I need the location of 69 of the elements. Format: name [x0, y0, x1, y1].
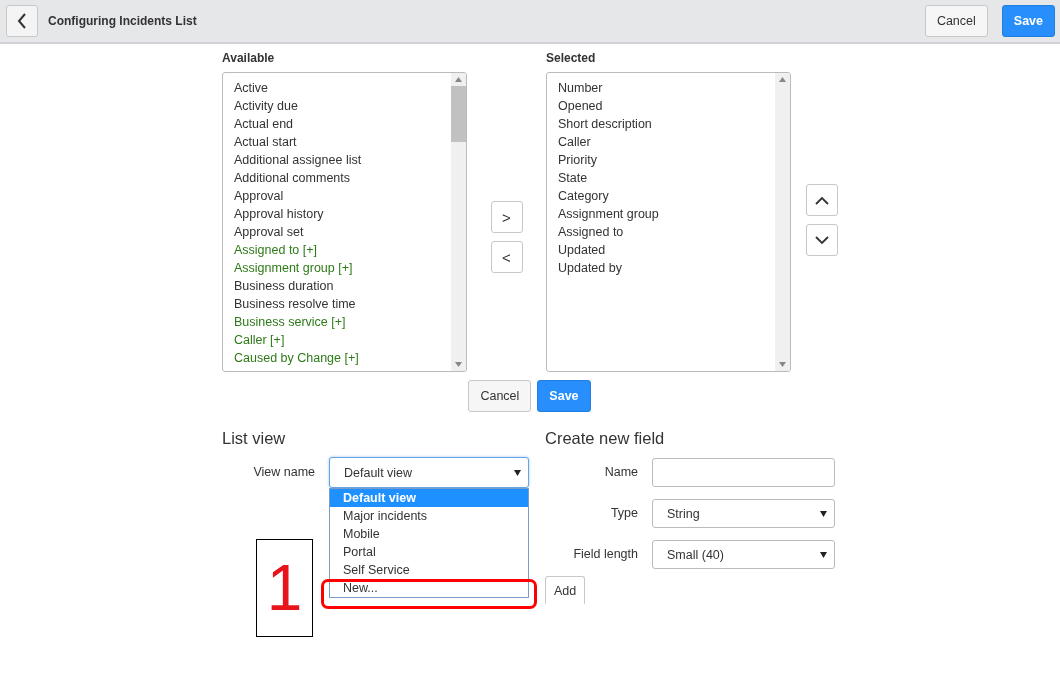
list-item[interactable]: Approval history	[234, 205, 440, 223]
list-item[interactable]: Business duration	[234, 277, 440, 295]
selected-label: Selected	[546, 51, 597, 65]
list-item[interactable]: Additional assignee list	[234, 151, 440, 169]
dropdown-option[interactable]: Self Service	[330, 561, 528, 579]
list-item[interactable]: Active	[234, 79, 440, 97]
select-field[interactable]: Small (40)	[652, 540, 835, 569]
name-input[interactable]	[652, 458, 835, 487]
scroll-down-arrow-icon[interactable]	[779, 362, 786, 367]
cancel-button[interactable]: Cancel	[468, 380, 532, 412]
dropdown-option[interactable]: Mobile	[330, 525, 528, 543]
step-number-box: 1	[256, 539, 313, 637]
dropdown-option[interactable]: New...	[330, 579, 528, 597]
list-item[interactable]: Actual start	[234, 133, 440, 151]
field-label: View name	[252, 464, 315, 481]
field-label: Type	[609, 505, 638, 522]
list-item[interactable]: Caused by Change [+]	[234, 349, 440, 367]
move-button[interactable]: <	[490, 241, 523, 273]
dropdown-caret-icon	[820, 551, 827, 558]
list-item[interactable]: Caller	[558, 133, 764, 151]
cancel-button[interactable]: Cancel	[924, 5, 988, 37]
list-item[interactable]: Short description	[558, 115, 764, 133]
selected-list[interactable]: Number Opened Short description Caller Priority State Category Assignment group Assigned to Updated Updated by	[546, 72, 791, 372]
list-item[interactable]: Business resolve time	[234, 295, 440, 313]
list-item[interactable]: Priority	[558, 151, 764, 169]
list-item[interactable]: Approval	[234, 187, 440, 205]
scroll-down-arrow-icon[interactable]	[455, 362, 462, 367]
field-label: Field length	[572, 546, 638, 563]
select-field[interactable]: String	[652, 499, 835, 528]
list-item[interactable]: Number	[558, 79, 764, 97]
list-item[interactable]: Opened	[558, 97, 764, 115]
scrollbar[interactable]	[451, 73, 466, 371]
scrollbar[interactable]	[775, 73, 790, 371]
list-item[interactable]: Category	[558, 187, 764, 205]
field-label: Name	[603, 464, 638, 481]
list-item[interactable]: State	[558, 169, 764, 187]
section-title: List view	[222, 429, 287, 449]
view-name-select[interactable]: Default view	[329, 457, 529, 488]
scroll-up-arrow-icon[interactable]	[455, 77, 462, 82]
list-item[interactable]: Business service [+]	[234, 313, 440, 331]
dropdown-caret-icon	[514, 469, 521, 476]
list-item[interactable]: Assignment group [+]	[234, 259, 440, 277]
chevron-left-icon	[17, 13, 27, 29]
move-button[interactable]: >	[490, 201, 523, 233]
section-title: Create new field	[545, 429, 666, 449]
chevron-down-icon	[815, 235, 829, 245]
dropdown-caret-icon	[820, 510, 827, 517]
move-down-button[interactable]	[806, 224, 838, 256]
available-list[interactable]	[222, 72, 467, 372]
available-label: Available	[222, 51, 276, 65]
scroll-up-arrow-icon[interactable]	[779, 77, 786, 82]
add-button[interactable]: Add	[545, 576, 586, 604]
list-item[interactable]: Activity due	[234, 97, 440, 115]
list-item[interactable]: Updated by	[558, 259, 764, 277]
list-item[interactable]: Assigned to [+]	[234, 241, 440, 259]
list-item[interactable]: Assignment group	[558, 205, 764, 223]
back-button[interactable]	[6, 5, 38, 37]
dropdown-option[interactable]: Portal	[330, 543, 528, 561]
move-up-button[interactable]	[806, 184, 838, 216]
page-title: Configuring Incidents List	[48, 14, 197, 28]
list-item[interactable]: Updated	[558, 241, 764, 259]
list-item[interactable]: Assigned to	[558, 223, 764, 241]
list-item[interactable]: Additional comments	[234, 169, 440, 187]
dropdown-option[interactable]: Major incidents	[330, 507, 528, 525]
list-item[interactable]: Approval set	[234, 223, 440, 241]
list-item[interactable]: Caller [+]	[234, 331, 440, 349]
list-item[interactable]: Actual end	[234, 115, 440, 133]
scrollbar-thumb[interactable]	[451, 86, 466, 142]
chevron-up-icon	[815, 195, 829, 205]
